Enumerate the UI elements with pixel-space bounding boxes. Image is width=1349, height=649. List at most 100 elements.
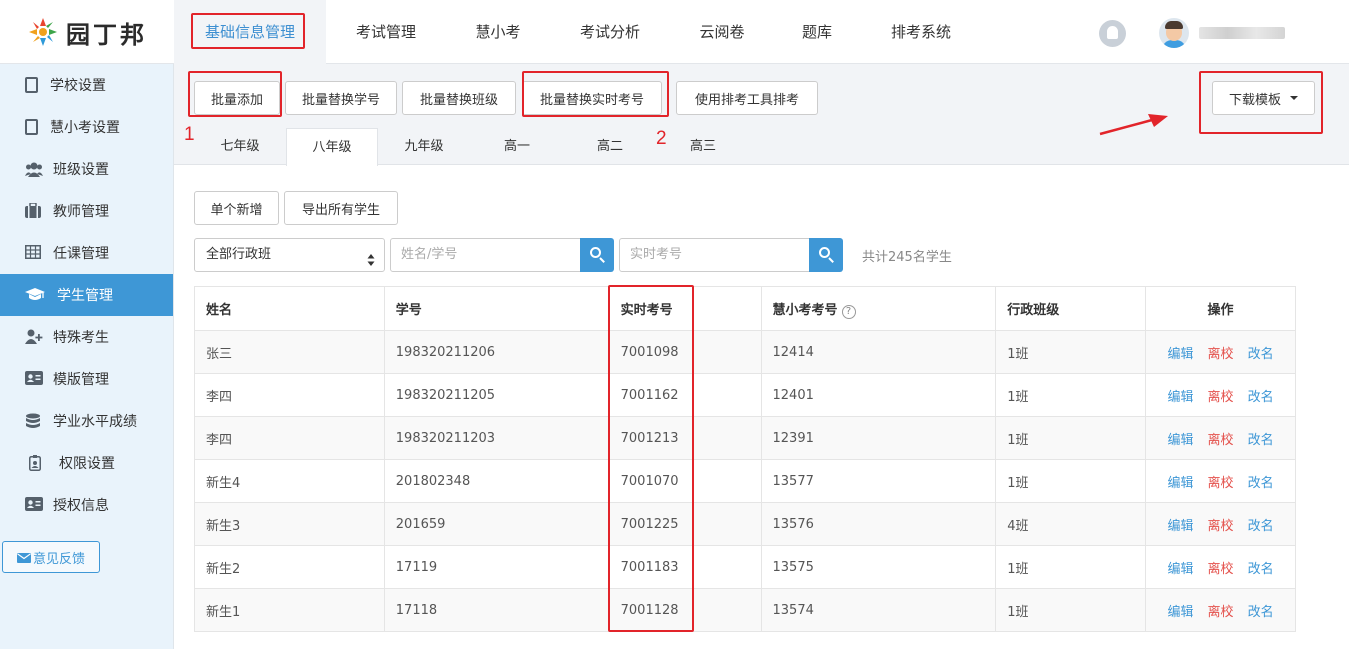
sidebar-item-label: 学生管理	[57, 288, 113, 304]
leave-school-link[interactable]: 离校	[1208, 515, 1234, 534]
tab-grade-9[interactable]: 九年级	[378, 128, 470, 166]
edit-link[interactable]: 编辑	[1168, 472, 1194, 491]
sidebar-item-label: 模版管理	[53, 372, 109, 388]
user-plus-icon	[25, 329, 43, 345]
tab-exam-analysis[interactable]: 考试分析	[550, 0, 670, 64]
sidebar-item-student-management[interactable]: 学生管理	[0, 274, 173, 316]
cell-exam-no: 7001213	[608, 416, 762, 460]
sidebar-item-school-settings[interactable]: 学校设置	[0, 64, 173, 106]
leave-school-link[interactable]: 离校	[1208, 386, 1234, 405]
cell-actions: 编辑 离校 改名	[1145, 459, 1296, 503]
rename-link[interactable]: 改名	[1248, 472, 1274, 491]
table-row: 新生4 201802348 7001070 13577 1班 编辑 离校 改名	[194, 459, 1296, 503]
edit-link[interactable]: 编辑	[1168, 343, 1194, 362]
tab-grade-7[interactable]: 七年级	[194, 128, 286, 166]
name-search-button[interactable]	[580, 238, 614, 272]
edit-link[interactable]: 编辑	[1168, 429, 1194, 448]
tab-grade-high-1[interactable]: 高一	[471, 128, 563, 166]
username-redacted[interactable]	[1199, 27, 1285, 39]
download-template-dropdown[interactable]: 下载模板	[1212, 81, 1315, 115]
cell-name: 张三	[194, 330, 385, 374]
table-header-row: 姓名 学号 实时考号 慧小考考号? 行政班级 操作	[194, 286, 1296, 331]
exam-no-search-button[interactable]	[809, 238, 843, 272]
rename-link[interactable]: 改名	[1248, 515, 1274, 534]
sidebar-item-label: 任课管理	[53, 246, 109, 262]
sidebar-item-label: 班级设置	[53, 162, 109, 178]
cell-class: 4班	[995, 502, 1147, 546]
edit-link[interactable]: 编辑	[1168, 558, 1194, 577]
col-hxk-no: 慧小考考号?	[760, 286, 997, 331]
batch-replace-exam-no-button[interactable]: 批量替换实时考号	[522, 81, 662, 115]
add-single-button[interactable]: 单个新增	[194, 191, 279, 225]
sidebar-item-label: 授权信息	[53, 498, 109, 514]
table-row: 张三 198320211206 7001098 12414 1班 编辑 离校 改名	[194, 330, 1296, 374]
sidebar-item-authorization-info[interactable]: 授权信息	[0, 484, 173, 526]
cell-hxk-no: 12401	[760, 373, 997, 417]
tab-exam-arrangement[interactable]: 排考系统	[860, 0, 982, 64]
briefcase-icon	[25, 202, 41, 219]
batch-replace-class-button[interactable]: 批量替换班级	[402, 81, 516, 115]
notification-icon[interactable]	[1099, 20, 1126, 47]
rename-link[interactable]: 改名	[1248, 429, 1274, 448]
cell-hxk-no: 12391	[760, 416, 997, 460]
cell-class: 1班	[995, 373, 1147, 417]
sidebar-item-class-settings[interactable]: 班级设置	[0, 148, 173, 190]
help-icon[interactable]: ?	[841, 304, 856, 319]
export-all-students-button[interactable]: 导出所有学生	[284, 191, 398, 225]
use-arrangement-tool-button[interactable]: 使用排考工具排考	[676, 81, 818, 115]
tab-grade-high-3[interactable]: 高三	[657, 128, 749, 166]
sidebar-item-label: 特殊考生	[53, 330, 109, 346]
batch-replace-student-no-button[interactable]: 批量替换学号	[285, 81, 397, 115]
sidebar-item-template-management[interactable]: 模版管理	[0, 358, 173, 400]
rename-link[interactable]: 改名	[1248, 558, 1274, 577]
leave-school-link[interactable]: 离校	[1208, 343, 1234, 362]
sidebar-item-academic-scores[interactable]: 学业水平成绩	[0, 400, 173, 442]
edit-link[interactable]: 编辑	[1168, 386, 1194, 405]
tab-grade-high-2[interactable]: 高二	[564, 128, 656, 166]
tab-basic-info[interactable]: 基础信息管理	[174, 0, 326, 64]
leave-school-link[interactable]: 离校	[1208, 558, 1234, 577]
brand-logo[interactable]: 园丁邦	[26, 13, 147, 51]
tab-grade-8[interactable]: 八年级	[286, 128, 378, 166]
cell-class: 1班	[995, 459, 1147, 503]
cell-class: 1班	[995, 416, 1147, 460]
database-icon	[25, 413, 41, 429]
tab-cloud-marking[interactable]: 云阅卷	[670, 0, 774, 64]
class-select-value: 全部行政班	[206, 247, 272, 262]
sidebar-item-teacher-management[interactable]: 教师管理	[0, 190, 173, 232]
sidebar-item-label: 权限设置	[59, 456, 115, 472]
sidebar-item-permission-settings[interactable]: 权限设置	[0, 442, 173, 484]
id-card-icon	[25, 497, 43, 513]
sidebar-item-hxk-settings[interactable]: 慧小考设置	[0, 106, 173, 148]
rename-link[interactable]: 改名	[1248, 343, 1274, 362]
cell-exam-no: 7001070	[608, 459, 762, 503]
sidebar-item-special-candidates[interactable]: 特殊考生	[0, 316, 173, 358]
batch-add-button[interactable]: 批量添加	[194, 81, 280, 115]
tab-hui-xiao-kao[interactable]: 慧小考	[446, 0, 550, 64]
avatar[interactable]	[1159, 18, 1189, 48]
edit-link[interactable]: 编辑	[1168, 601, 1194, 620]
edit-link[interactable]: 编辑	[1168, 515, 1194, 534]
class-select[interactable]: 全部行政班	[194, 238, 385, 272]
leave-school-link[interactable]: 离校	[1208, 472, 1234, 491]
main-content: 批量添加 批量替换学号 批量替换班级 批量替换实时考号 使用排考工具排考 下载模…	[174, 64, 1349, 649]
col-hxk-no-label: 慧小考考号	[772, 302, 838, 318]
feedback-button[interactable]: 意见反馈	[2, 541, 100, 573]
name-search-input[interactable]: 姓名/学号	[390, 238, 581, 272]
tab-exam-management[interactable]: 考试管理	[326, 0, 446, 64]
cell-name: 李四	[194, 373, 385, 417]
top-nav: 基础信息管理 考试管理 慧小考 考试分析 云阅卷 题库 排考系统	[174, 0, 982, 64]
leave-school-link[interactable]: 离校	[1208, 429, 1234, 448]
rename-link[interactable]: 改名	[1248, 601, 1274, 620]
cell-actions: 编辑 离校 改名	[1145, 416, 1296, 460]
exam-no-search-input[interactable]: 实时考号	[619, 238, 810, 272]
col-exam-no: 实时考号	[608, 286, 762, 331]
cell-actions: 编辑 离校 改名	[1145, 588, 1296, 632]
table-row: 新生2 17119 7001183 13575 1班 编辑 离校 改名	[194, 545, 1296, 589]
sidebar-item-course-management[interactable]: 任课管理	[0, 232, 173, 274]
cell-class: 1班	[995, 330, 1147, 374]
tab-question-bank[interactable]: 题库	[774, 0, 860, 64]
rename-link[interactable]: 改名	[1248, 386, 1274, 405]
leave-school-link[interactable]: 离校	[1208, 601, 1234, 620]
building-icon	[25, 119, 38, 135]
